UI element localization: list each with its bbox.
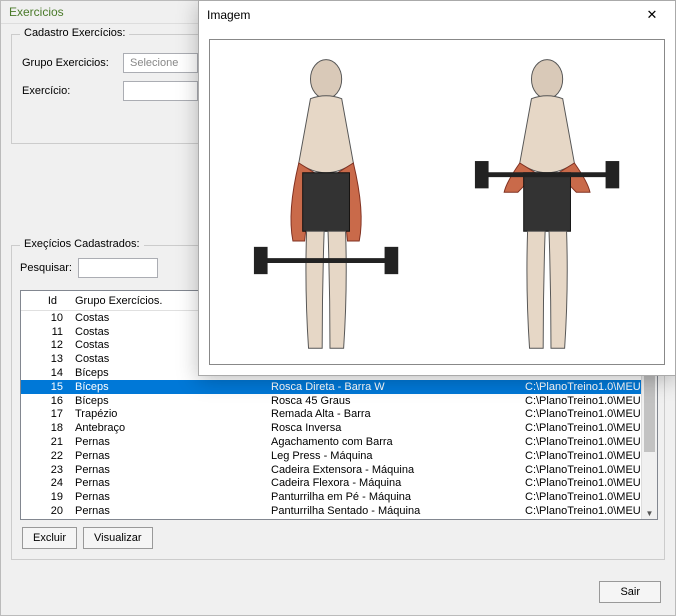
table-row[interactable]: 17TrapézioRemada Alta - BarraC:\PlanoTre… bbox=[21, 408, 657, 422]
cell-id: 25 bbox=[21, 519, 69, 520]
sair-button[interactable]: Sair bbox=[599, 581, 661, 603]
cell-path: C:\PlanoTreino1.0\MEUS_DOCUME bbox=[519, 450, 657, 462]
cadastro-legend: Cadastro Exercícios: bbox=[20, 27, 129, 39]
cell-path: C:\PlanoTreino1.0\MEUS_DOCUME bbox=[519, 491, 657, 503]
table-row[interactable]: 21PernasAgachamento com BarraC:\PlanoTre… bbox=[21, 435, 657, 449]
cell-id: 12 bbox=[21, 339, 69, 351]
dialog-titlebar[interactable]: Imagem ✕ bbox=[199, 1, 675, 29]
table-row[interactable]: 24PernasCadeira Flexora - MáquinaC:\Plan… bbox=[21, 477, 657, 491]
cell-grupo: Pernas bbox=[69, 464, 265, 476]
cell-nome: Panturrilha Sentado - Máquina bbox=[265, 505, 519, 517]
cell-grupo: Aeróbicos bbox=[69, 519, 265, 520]
cell-path: C:\PlanoTreino1.0\MEUS_DOCUME bbox=[519, 381, 657, 393]
cell-nome: Panturrilha em Pé - Máquina bbox=[265, 491, 519, 503]
exercise-image bbox=[209, 39, 665, 365]
cell-path: C:\PlanoTreino1.0\MEUS_DOCUME bbox=[519, 395, 657, 407]
cell-id: 11 bbox=[21, 326, 69, 338]
cell-grupo: Pernas bbox=[69, 491, 265, 503]
table-row[interactable]: 23PernasCadeira Extensora - MáquinaC:\Pl… bbox=[21, 463, 657, 477]
cell-nome: Cadeira Flexora - Máquina bbox=[265, 477, 519, 489]
cell-grupo: Bíceps bbox=[69, 395, 265, 407]
cell-grupo: Trapézio bbox=[69, 408, 265, 420]
visualizar-button[interactable]: Visualizar bbox=[83, 527, 153, 549]
table-row[interactable]: 19PernasPanturrilha em Pé - MáquinaC:\Pl… bbox=[21, 490, 657, 504]
scroll-down-icon[interactable]: ▼ bbox=[642, 505, 657, 520]
cell-grupo: Pernas bbox=[69, 436, 265, 448]
table-row[interactable]: 18AntebraçoRosca InversaC:\PlanoTreino1.… bbox=[21, 421, 657, 435]
cell-path: C:\PlanoTreino1.0\MEUS_DOCUME bbox=[519, 436, 657, 448]
cell-id: 14 bbox=[21, 367, 69, 379]
dialog-title: Imagem bbox=[207, 8, 250, 22]
search-label: Pesquisar: bbox=[20, 262, 72, 274]
cell-nome: Remada Alta - Barra bbox=[265, 408, 519, 420]
cell-path: C:\PlanoTreino1.0\MEUS_DOCUME bbox=[519, 408, 657, 420]
cell-nome: Leg Press - Máquina bbox=[265, 450, 519, 462]
table-row[interactable]: 15BícepsRosca Direta - Barra WC:\PlanoTr… bbox=[21, 380, 657, 394]
cell-nome: Cadeira Extensora - Máquina bbox=[265, 464, 519, 476]
table-row[interactable]: 25AeróbicosEsteiraC:\PlanoTreino1.0\MEUS… bbox=[21, 518, 657, 520]
cell-id: 13 bbox=[21, 353, 69, 365]
cell-nome: Rosca Inversa bbox=[265, 422, 519, 434]
excluir-button[interactable]: Excluir bbox=[22, 527, 77, 549]
cell-path: C:\PlanoTreino1.0\MEUS_DOCUME bbox=[519, 505, 657, 517]
table-button-row: Excluir Visualizar bbox=[22, 527, 153, 549]
cell-id: 10 bbox=[21, 312, 69, 324]
cell-id: 16 bbox=[21, 395, 69, 407]
cell-grupo: Antebraço bbox=[69, 422, 265, 434]
table-row[interactable]: 20PernasPanturrilha Sentado - Máquina C:\… bbox=[21, 504, 657, 518]
cell-id: 22 bbox=[21, 450, 69, 462]
cell-path: C:\PlanoTreino1.0\MEUS_DOCUME bbox=[519, 519, 657, 520]
cell-nome: Esteira bbox=[265, 519, 519, 520]
cell-id: 23 bbox=[21, 464, 69, 476]
cell-nome: Rosca 45 Graus bbox=[265, 395, 519, 407]
registered-legend: Exeçícios Cadastrados: bbox=[20, 238, 144, 250]
header-id[interactable]: Id bbox=[21, 293, 69, 309]
exercicio-input[interactable] bbox=[123, 81, 198, 101]
dialog-body bbox=[199, 29, 675, 375]
figure-start-icon bbox=[220, 46, 432, 358]
cell-id: 18 bbox=[21, 422, 69, 434]
cell-nome: Rosca Direta - Barra W bbox=[265, 381, 519, 393]
exercicio-label: Exercício: bbox=[22, 85, 117, 97]
image-dialog: Imagem ✕ bbox=[198, 0, 676, 376]
cell-path: C:\PlanoTreino1.0\MEUS_DOCUME bbox=[519, 422, 657, 434]
figure-end-icon bbox=[441, 46, 653, 358]
search-input[interactable] bbox=[78, 258, 158, 278]
grupo-select[interactable]: Selecione bbox=[123, 53, 198, 73]
cell-grupo: Bíceps bbox=[69, 381, 265, 393]
cell-id: 21 bbox=[21, 436, 69, 448]
table-row[interactable]: 16BícepsRosca 45 GrausC:\PlanoTreino1.0\… bbox=[21, 394, 657, 408]
cell-path: C:\PlanoTreino1.0\MEUS_DOCUME bbox=[519, 464, 657, 476]
cell-id: 19 bbox=[21, 491, 69, 503]
cell-grupo: Pernas bbox=[69, 450, 265, 462]
cell-path: C:\PlanoTreino1.0\MEUS_DOCUME bbox=[519, 477, 657, 489]
close-icon[interactable]: ✕ bbox=[637, 7, 667, 23]
cell-grupo: Pernas bbox=[69, 505, 265, 517]
cell-id: 15 bbox=[21, 381, 69, 393]
table-row[interactable]: 22PernasLeg Press - MáquinaC:\PlanoTrein… bbox=[21, 449, 657, 463]
cell-grupo: Pernas bbox=[69, 477, 265, 489]
cell-id: 17 bbox=[21, 408, 69, 420]
cell-id: 24 bbox=[21, 477, 69, 489]
grupo-label: Grupo Exercicios: bbox=[22, 57, 117, 69]
cell-nome: Agachamento com Barra bbox=[265, 436, 519, 448]
cell-id: 20 bbox=[21, 505, 69, 517]
